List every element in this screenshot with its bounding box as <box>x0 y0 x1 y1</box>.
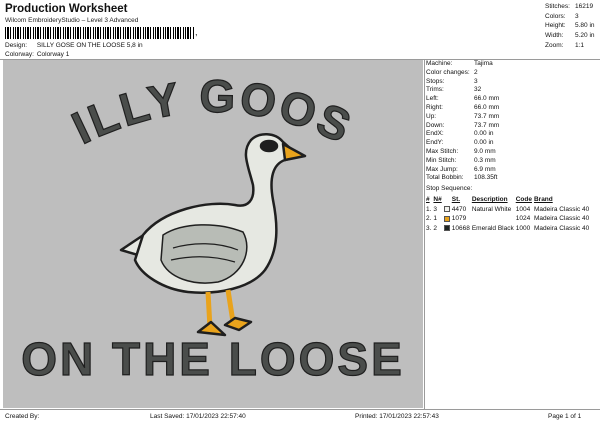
info-row: Up: 73.7 mm <box>426 112 500 120</box>
table-row: 1. 3 4470 Natural White 1004 Madeira Cla… <box>426 205 590 213</box>
color-swatch <box>443 206 450 213</box>
footer-divider <box>0 409 600 410</box>
design-preview: SILLY GOOSE ON THE LOOSE <box>3 60 423 408</box>
info-row: Left: 66.0 mm <box>426 95 500 103</box>
design-bottom-text: ON THE LOOSE <box>21 333 405 385</box>
printed-date: Printed: 17/01/2023 22:57:43 <box>355 413 439 420</box>
machine-info: Machine: Tajima Color changes: 2 Stops: 3 T… <box>426 60 499 183</box>
info-row: EndX: 0.00 in <box>426 130 494 138</box>
info-row: EndY: 0.00 in <box>426 139 494 147</box>
panel-divider <box>424 59 425 409</box>
color-swatch <box>443 215 450 222</box>
col-code: Code <box>515 196 532 204</box>
software-subtitle: Wilcom EmbroideryStudio – Level 3 Advanc… <box>5 17 139 24</box>
info-row: Total Bobbin: 108.35ft <box>426 174 498 182</box>
top-stats: Stitches: 16219 Colors: 3 Height: 5.80 in W… <box>545 2 595 51</box>
stop-sequence-table: # N# St. Description Code Brand 1. 3 447… <box>426 195 591 233</box>
created-by: Created By: <box>5 413 40 420</box>
stat-width: Width: 5.20 in <box>545 32 595 40</box>
stat-colors: Colors: 3 <box>545 12 579 20</box>
col-brand: Brand <box>533 196 553 204</box>
goose-illustration <box>119 133 307 337</box>
col-num: # <box>426 196 430 204</box>
design-preview-svg: SILLY GOOSE ON THE LOOSE <box>3 60 405 386</box>
colorway-label: Colorway: <box>5 51 34 58</box>
last-saved: Last Saved: 17/01/2023 22:57:40 <box>150 413 246 420</box>
table-row: 3. 2 10668 Emerald Black 1000 Madeira Cl… <box>426 224 590 232</box>
barcode <box>5 27 194 39</box>
table-header-row: # N# St. Description Code Brand <box>426 195 591 205</box>
worksheet-title: Production Worksheet <box>5 3 128 15</box>
info-row: Machine: Tajima <box>426 60 493 67</box>
info-row: Max Jump: 6.9 mm <box>426 165 496 173</box>
info-row: Right: 66.0 mm <box>426 103 500 111</box>
col-swatch <box>444 195 452 205</box>
design-label: Design: <box>5 42 28 49</box>
col-stitches: St. <box>451 196 461 204</box>
colorway-value: Colorway 1 <box>36 51 70 58</box>
info-row: Trims: 32 <box>426 86 482 94</box>
colorway-row: Colorway: Colorway 1 <box>5 51 69 58</box>
barcode-tail: , <box>195 27 198 37</box>
info-row: Stops: 3 <box>426 77 478 85</box>
design-value: SILLY GOSE ON THE LOOSE 5,8 in <box>36 42 143 49</box>
design-top-text: SILLY GOOSE <box>3 60 361 154</box>
stat-zoom: Zoom: 1:1 <box>545 41 585 49</box>
color-swatch <box>443 225 450 232</box>
stat-height: Height: 5.80 in <box>545 22 595 30</box>
info-row: Down: 73.7 mm <box>426 121 500 129</box>
table-row: 2. 1 1079 1024 Madeira Classic 40 <box>426 215 590 223</box>
col-n: N# <box>433 196 442 204</box>
stop-sequence-title: Stop Sequence: <box>426 185 473 192</box>
info-row: Max Stitch: 9.0 mm <box>426 147 496 155</box>
info-row: Min Stitch: 0.3 mm <box>426 156 496 164</box>
info-row: Color changes: 2 <box>426 68 478 76</box>
stat-stitches: Stitches: 16219 <box>545 3 594 10</box>
col-description: Description <box>471 196 508 204</box>
design-row: Design: SILLY GOSE ON THE LOOSE 5,8 in <box>5 42 143 49</box>
page-number: Page 1 of 1 <box>548 413 582 420</box>
